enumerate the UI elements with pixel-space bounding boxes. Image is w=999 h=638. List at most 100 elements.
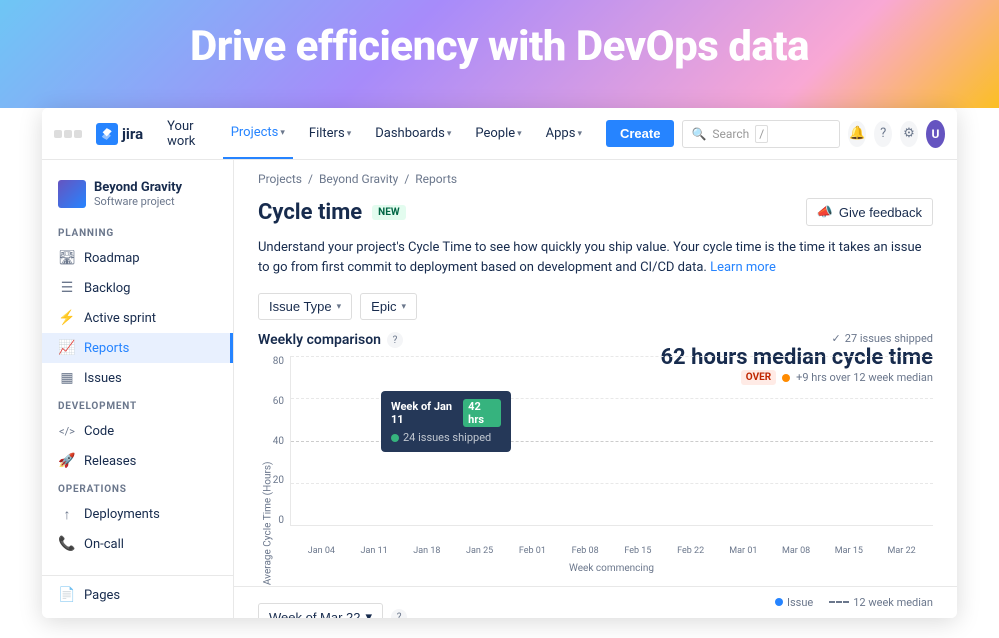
sidebar-item-label: Issues <box>84 371 122 386</box>
sidebar-item-releases[interactable]: 🚀 Releases <box>42 446 233 476</box>
sidebar-item-reports[interactable]: 📈 Reports <box>42 333 233 363</box>
x-axis-label: Mar 01 <box>720 546 767 556</box>
breadcrumb-reports: Reports <box>415 172 457 186</box>
nav-dots <box>54 130 82 138</box>
deployments-icon: ↑ <box>58 505 76 523</box>
development-section-label: DEVELOPMENT <box>42 393 233 416</box>
filters-row: Issue Type ▾ Epic ▾ <box>234 289 957 332</box>
main-content: Projects / Beyond Gravity / Reports Cycl… <box>234 160 957 618</box>
bar-chart: Average Cycle Time (Hours) 80 60 40 20 0 <box>258 356 933 556</box>
project-settings-icon: ⚙ <box>74 616 92 618</box>
issue-type-filter[interactable]: Issue Type ▾ <box>258 293 352 320</box>
sidebar-item-label: Pages <box>84 588 120 603</box>
week-label: Week of Mar 22 <box>269 610 361 619</box>
sidebar-project: Beyond Gravity Software project <box>42 172 233 220</box>
bottom-help-icon[interactable]: ? <box>391 609 407 618</box>
sidebar-item-issues[interactable]: ▦ Issues <box>42 363 233 393</box>
x-axis-label: Mar 15 <box>826 546 873 556</box>
sidebar-item-project-settings[interactable]: ▶ ⚙ Project settings <box>42 610 233 618</box>
sidebar-item-backlog[interactable]: ☰ Backlog <box>42 273 233 303</box>
chart-section: ✓ 27 issues shipped 62 hours median cycl… <box>234 332 957 556</box>
planning-section-label: PLANNING <box>42 220 233 243</box>
notifications-icon[interactable]: 🔔 <box>848 121 866 147</box>
check-icon: ✓ <box>832 332 841 345</box>
dashboards-chevron-icon: ▾ <box>447 129 452 139</box>
sidebar-item-label: Project settings <box>100 618 191 619</box>
jira-logo-icon <box>96 123 118 145</box>
y-axis: 80 60 40 20 0 <box>258 356 288 526</box>
issue-legend-label: Issue <box>787 596 813 609</box>
issue-legend-dot <box>775 598 783 606</box>
nav-projects[interactable]: Projects ▾ <box>223 108 293 159</box>
app-window: jira Your work Projects ▾ Filters ▾ Dash… <box>42 108 957 618</box>
backlog-icon: ☰ <box>58 279 76 297</box>
nav-apps[interactable]: Apps ▾ <box>538 126 590 141</box>
sidebar-item-roadmap[interactable]: 🛣 Roadmap <box>42 243 233 273</box>
search-shortcut: / <box>755 125 768 143</box>
operations-section-label: OPERATIONS <box>42 476 233 499</box>
reports-icon: 📈 <box>58 339 76 357</box>
issues-icon: ▦ <box>58 369 76 387</box>
top-navigation: jira Your work Projects ▾ Filters ▾ Dash… <box>42 108 957 160</box>
people-chevron-icon: ▾ <box>517 129 522 139</box>
search-box[interactable]: 🔍 Search / <box>682 120 840 148</box>
sidebar-item-label: Deployments <box>84 507 160 522</box>
epic-filter[interactable]: Epic ▾ <box>360 293 417 320</box>
nav-your-work[interactable]: Your work <box>159 119 215 149</box>
epic-chevron-icon: ▾ <box>401 301 406 312</box>
hero-title: Drive efficiency with DevOps data <box>0 22 999 71</box>
sidebar-item-label: Releases <box>84 454 136 469</box>
x-axis-title: Week commencing <box>290 563 933 574</box>
sidebar-item-deployments[interactable]: ↑ Deployments <box>42 499 233 529</box>
median-legend-label: 12 week median <box>853 596 933 609</box>
roadmap-icon: 🛣 <box>58 249 76 267</box>
median-legend-line <box>829 601 849 603</box>
page-header: Cycle time NEW 📣 Give feedback <box>234 192 957 238</box>
sidebar-item-code[interactable]: </> Code <box>42 416 233 446</box>
projects-chevron-icon: ▾ <box>280 128 285 138</box>
breadcrumb-projects[interactable]: Projects <box>258 172 302 186</box>
chart-title: Weekly comparison <box>258 332 381 348</box>
x-axis-label: Feb 22 <box>667 546 714 556</box>
nav-people[interactable]: People ▾ <box>467 126 529 141</box>
on-call-icon: 📞 <box>58 535 76 553</box>
learn-more-link[interactable]: Learn more <box>710 260 776 275</box>
sidebar-item-pages[interactable]: 📄 Pages <box>42 580 233 610</box>
settings-icon[interactable]: ⚙ <box>900 121 918 147</box>
chart-help-icon[interactable]: ? <box>387 332 403 348</box>
active-sprint-icon: ⚡ <box>58 309 76 327</box>
sidebar-item-label: Reports <box>84 341 129 356</box>
user-avatar[interactable]: U <box>926 120 945 148</box>
jira-logo[interactable]: jira <box>96 123 143 145</box>
x-axis-label: Mar 08 <box>773 546 820 556</box>
help-icon[interactable]: ? <box>874 121 892 147</box>
pages-icon: 📄 <box>58 586 76 604</box>
description: Understand your project's Cycle Time to … <box>234 238 957 289</box>
create-button[interactable]: Create <box>606 120 674 147</box>
releases-icon: 🚀 <box>58 452 76 470</box>
breadcrumb-beyond-gravity[interactable]: Beyond Gravity <box>319 172 398 186</box>
search-placeholder: Search <box>712 127 749 141</box>
summary-week: ✓ 27 issues shipped <box>660 332 933 345</box>
give-feedback-button[interactable]: 📣 Give feedback <box>806 198 933 226</box>
x-axis-labels: Jan 04Jan 11Jan 18Jan 25Feb 01Feb 08Feb … <box>290 546 933 556</box>
sidebar-item-label: Code <box>84 424 114 439</box>
filters-chevron-icon: ▾ <box>347 129 352 139</box>
sidebar-item-on-call[interactable]: 📞 On-call <box>42 529 233 559</box>
sidebar: Beyond Gravity Software project PLANNING… <box>42 160 234 618</box>
bottom-section: Week of Mar 22 ▾ ? Issue 12 week medi <box>234 586 957 618</box>
nav-dashboards[interactable]: Dashboards ▾ <box>367 126 459 141</box>
project-type: Software project <box>94 195 182 208</box>
nav-filters[interactable]: Filters ▾ <box>301 126 359 141</box>
main-area: Beyond Gravity Software project PLANNING… <box>42 160 957 618</box>
x-axis-label: Jan 25 <box>456 546 503 556</box>
nav-dot-1 <box>54 130 62 138</box>
week-select-button[interactable]: Week of Mar 22 ▾ <box>258 603 383 618</box>
page-title: Cycle time <box>258 200 362 225</box>
nav-dot-2 <box>64 130 72 138</box>
sidebar-item-label: Backlog <box>84 281 130 296</box>
code-icon: </> <box>58 422 76 440</box>
chart-legend: Issue 12 week median <box>775 596 933 609</box>
chart-bars-area: Week of Jan 11 42 hrs 24 issues shipped <box>290 356 933 526</box>
sidebar-item-active-sprint[interactable]: ⚡ Active sprint <box>42 303 233 333</box>
